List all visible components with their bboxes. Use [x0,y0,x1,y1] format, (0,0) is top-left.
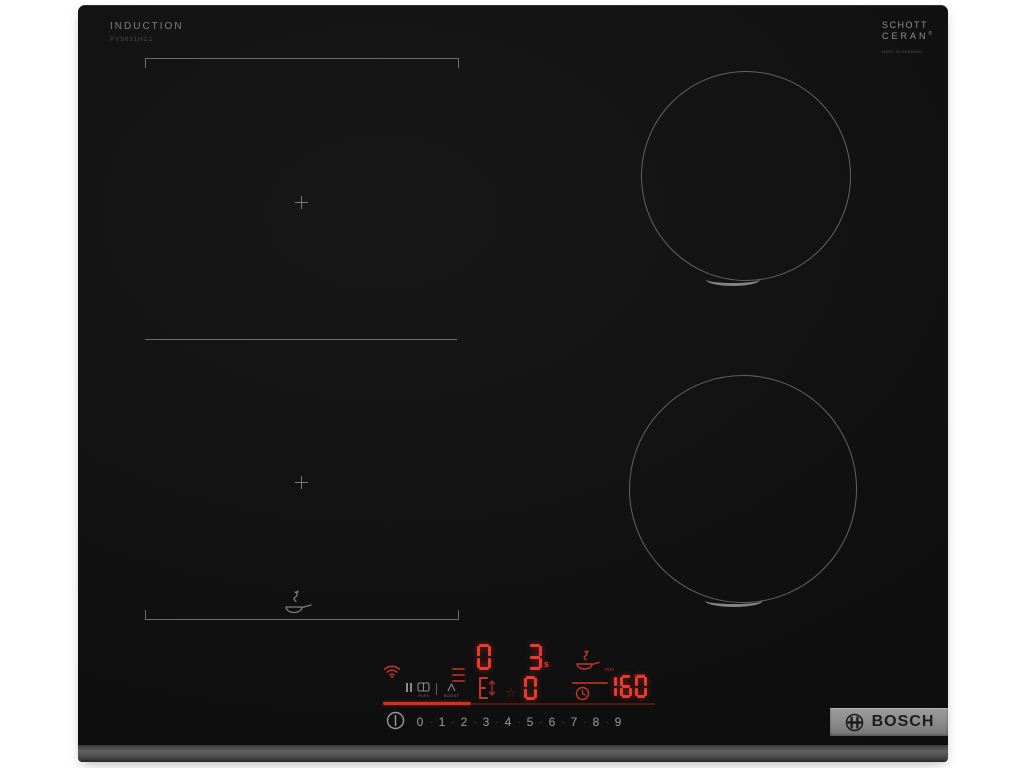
slider-level-0[interactable]: 0 [414,715,426,729]
slider-dot: · [514,717,524,727]
slider-dot: · [448,717,458,727]
slider-level-1[interactable]: 1 [436,715,448,729]
hob-glass-surface: INDUCTION PVS631HC1 SCHOTT CERAN® MADE I… [78,5,948,745]
glass-brand-mark: SCHOTT CERAN® MADE IN GERMANY [882,20,940,54]
glass-brand-line2: CERAN® [882,31,940,42]
rear-right-zone-pan-mark [706,273,760,286]
slider-dot: · [558,717,568,727]
slider-dot: · [470,717,480,727]
brand-logo-text: BOSCH [872,713,935,731]
pause-time-unit: s [544,660,549,669]
bosch-armature-icon [844,712,865,733]
brand-badge: BOSCH [830,708,948,736]
slider-level-3[interactable]: 3 [480,715,492,729]
slider-level-6[interactable]: 6 [546,715,558,729]
flex-zone-divider-line [145,339,457,340]
boost-icon [446,682,457,692]
type-label: INDUCTION [110,21,184,32]
fry-sensor-indicator-line [572,682,608,684]
rear-zone-level-display [477,644,491,670]
slider-dot: · [602,717,612,727]
slider-dot: · [492,717,502,727]
flex-zone-pan-icon [278,590,316,621]
power-level-indicator-active [383,702,471,705]
power-level-indicator-track [471,703,655,705]
flex-key[interactable]: FLEX [417,682,431,699]
fry-sensor-pan-icon[interactable] [573,650,600,677]
boost-key-label: BOOST [444,694,459,699]
pause-key[interactable] [406,682,412,692]
front-right-zone-ring [629,375,857,603]
slider-level-2[interactable]: 2 [458,715,470,729]
rear-right-zone-ring [641,71,851,281]
boost-key[interactable]: BOOST [442,682,461,699]
key-divider [436,683,437,695]
power-slider-levels[interactable]: 0·1·2·3·4·5·6·7·8·9 [414,712,624,732]
flex-zone-rear-bracket [145,58,459,68]
timer-unit-label: min [605,667,615,673]
flex-level-bars-icon [452,668,465,682]
flex-zone-rear-center-mark [295,196,308,209]
slider-dot: · [426,717,436,727]
front-trim-bevel [78,745,948,762]
wifi-icon[interactable] [382,663,402,683]
flex-key-label: FLEX [418,694,429,699]
glass-brand-line1: SCHOTT [882,20,940,31]
slider-level-7[interactable]: 7 [568,715,580,729]
slider-level-4[interactable]: 4 [502,715,514,729]
front-zone-level-display [524,676,537,700]
product-photo: INDUCTION PVS631HC1 SCHOTT CERAN® MADE I… [0,0,1024,768]
pause-icon [406,683,412,692]
slider-level-9[interactable]: 9 [612,715,624,729]
slider-level-8[interactable]: 8 [590,715,602,729]
front-right-zone-pan-mark [705,594,763,607]
glass-brand-subline: MADE IN GERMANY [882,49,934,54]
induction-hob: INDUCTION PVS631HC1 SCHOTT CERAN® MADE I… [78,5,948,762]
function-key-cluster: FLEX BOOST [406,682,461,699]
flex-icon [417,682,430,692]
model-number: PVS631HC1 [110,37,153,43]
flex-zone-front-center-mark [295,476,308,489]
power-button[interactable] [386,711,405,735]
favorite-star-icon[interactable]: ☆ [505,687,517,700]
slider-dot: · [536,717,546,727]
slider-level-5[interactable]: 5 [524,715,536,729]
slider-dot: · [580,717,590,727]
pause-time-display: s [528,644,549,670]
timer-display [605,675,647,698]
